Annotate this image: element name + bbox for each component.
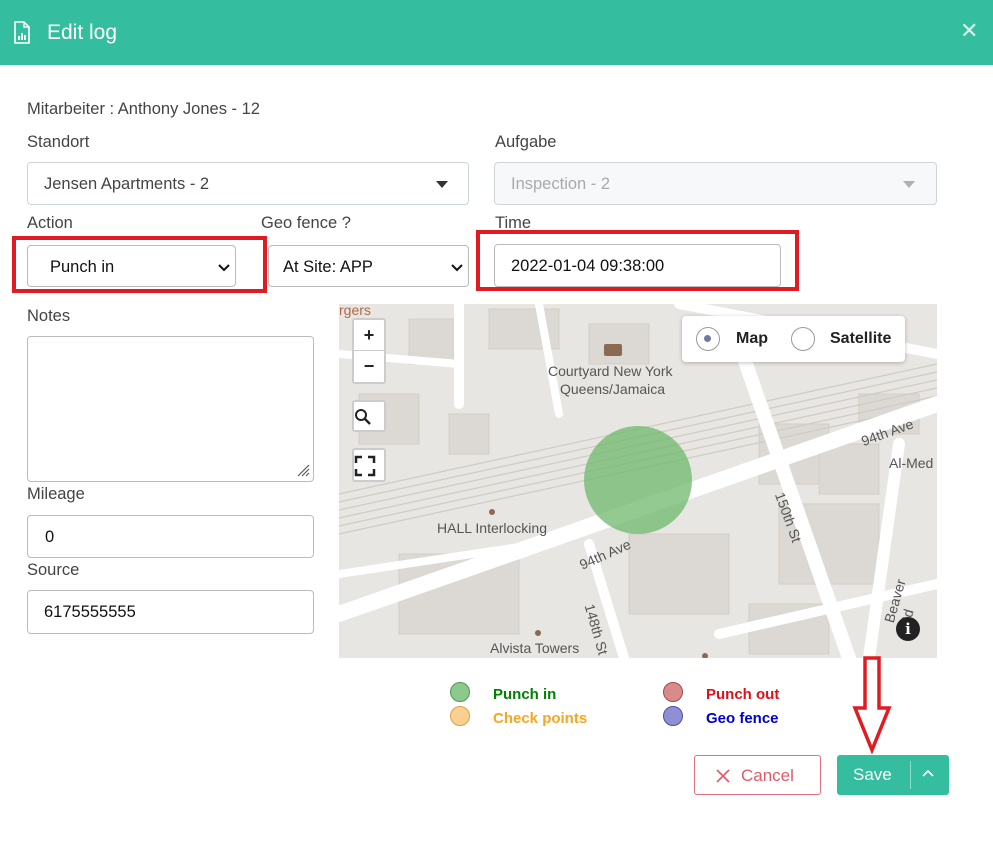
action-label: Action: [27, 214, 73, 232]
dropdown-caret-icon: [903, 181, 915, 188]
satellite-radio[interactable]: [791, 327, 815, 351]
legend-punch-out: Punch out: [706, 686, 780, 703]
close-icon[interactable]: ✕: [960, 18, 978, 44]
chevron-up-icon[interactable]: [922, 769, 934, 777]
mileage-value: 0: [45, 528, 55, 546]
zoom-in-button[interactable]: +: [354, 320, 384, 351]
map-label-poi2: HALL Interlocking: [437, 520, 547, 536]
legend-check-points: Check points: [493, 710, 588, 727]
legend-geo-fence: Geo fence: [706, 710, 779, 727]
notes-label: Notes: [27, 307, 71, 325]
geofence-label: Geo fence ?: [261, 214, 351, 232]
save-button[interactable]: Save: [837, 755, 949, 795]
map-label-place1: Al-Med: [889, 455, 934, 471]
map-search-button[interactable]: [352, 400, 386, 432]
geofence-value: At Site: APP: [283, 258, 373, 276]
map-label-poi1-line2: Queens/Jamaica: [560, 381, 666, 397]
check-points-dot: [450, 706, 470, 726]
fullscreen-button[interactable]: [352, 448, 386, 482]
search-icon: [355, 409, 371, 425]
map-type-toggle: Map Satellite: [682, 316, 905, 362]
source-label: Source: [27, 561, 80, 579]
action-value: Punch in: [50, 258, 115, 276]
source-input[interactable]: 6175555555: [27, 590, 314, 634]
info-icon[interactable]: i: [896, 617, 920, 641]
punch-out-dot: [663, 682, 683, 702]
geo-fence-dot: [663, 706, 683, 726]
mileage-input[interactable]: 0: [27, 515, 314, 558]
chevron-down-icon: [451, 264, 463, 272]
location-select[interactable]: Jensen Apartments - 2: [27, 162, 469, 205]
mileage-label: Mileage: [27, 485, 85, 503]
location-label: Standort: [27, 133, 90, 151]
punch-in-dot: [450, 682, 470, 702]
save-label: Save: [853, 765, 892, 784]
satellite-option-label[interactable]: Satellite: [830, 330, 891, 348]
map-view[interactable]: Courtyard New York Queens/Jamaica HALL I…: [339, 304, 937, 658]
task-value: Inspection - 2: [511, 175, 611, 193]
task-select: Inspection - 2: [494, 162, 937, 205]
resize-handle-icon[interactable]: [296, 463, 310, 477]
radio-selected-dot: [704, 335, 711, 342]
down-arrow-annotation-icon: [852, 656, 892, 754]
dialog-header: Edit log ✕: [0, 0, 993, 65]
dropdown-caret-icon: [436, 181, 448, 188]
dialog-title: Edit log: [47, 21, 118, 44]
fullscreen-icon: [354, 455, 376, 477]
action-select[interactable]: Punch in: [27, 245, 236, 287]
map-radio[interactable]: [696, 327, 720, 351]
employee-line: Mitarbeiter : Anthony Jones - 12: [27, 100, 260, 118]
location-value: Jensen Apartments - 2: [44, 175, 210, 193]
zoom-out-button[interactable]: −: [354, 351, 384, 382]
map-option-label[interactable]: Map: [736, 330, 768, 348]
source-value: 6175555555: [44, 603, 136, 621]
zoom-control: + −: [352, 318, 386, 384]
time-value: 2022-01-04 09:38:00: [511, 257, 665, 275]
map-label-poi3: Alvista Towers: [490, 640, 580, 656]
legend-punch-in: Punch in: [493, 686, 557, 703]
split-divider: [910, 761, 911, 789]
close-icon: [716, 769, 730, 783]
cancel-button[interactable]: Cancel: [694, 755, 821, 795]
task-label: Aufgabe: [495, 133, 557, 151]
cancel-label: Cancel: [741, 766, 794, 785]
time-input[interactable]: 2022-01-04 09:38:00: [494, 244, 781, 287]
document-icon: [14, 21, 30, 44]
map-label-place2: rgers: [339, 304, 371, 318]
map-label-poi1-line1: Courtyard New York: [548, 363, 673, 379]
geofence-select[interactable]: At Site: APP: [268, 245, 469, 287]
chevron-down-icon: [218, 264, 230, 272]
notes-textarea[interactable]: [27, 336, 314, 482]
